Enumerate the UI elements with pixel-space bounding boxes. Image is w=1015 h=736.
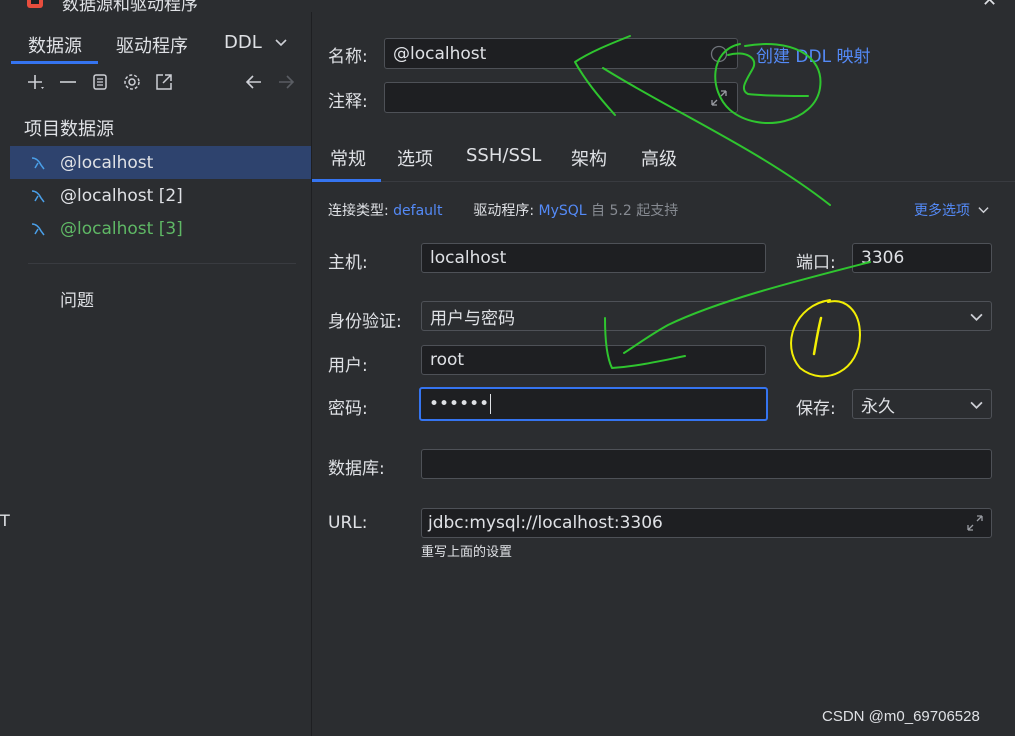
user-label: 用户: <box>328 356 368 376</box>
chevron-down-icon <box>970 401 983 409</box>
connection-info-row: 连接类型: default 驱动程序: MySQL 自 5.2 起支持 <box>328 200 678 220</box>
host-value: localhost <box>430 248 507 268</box>
user-input[interactable]: root <box>421 345 766 375</box>
url-input[interactable]: jdbc:mysql://localhost:3306 <box>421 508 992 538</box>
database-input[interactable] <box>421 449 992 479</box>
add-icon[interactable] <box>24 70 48 94</box>
create-ddl-mapping-link[interactable]: 创建 DDL 映射 <box>756 42 870 67</box>
conn-type-link[interactable]: default <box>393 203 442 219</box>
datasource-item[interactable]: @localhost [2] <box>10 179 311 212</box>
datasource-item[interactable]: @localhost [3] <box>10 212 311 245</box>
port-label: 端口: <box>796 253 836 273</box>
expand-icon[interactable] <box>966 514 984 532</box>
port-input[interactable]: 3306 <box>852 243 992 273</box>
driver-support-text: 自 5.2 起支持 <box>591 203 679 219</box>
save-value: 永久 <box>861 396 895 417</box>
settings-icon[interactable] <box>120 70 144 94</box>
problems-item[interactable]: 问题 <box>60 286 94 311</box>
name-value: @localhost <box>393 43 487 64</box>
database-label: 数据库: <box>328 459 385 479</box>
active-tab-indicator <box>312 179 381 182</box>
tab-drivers[interactable]: 驱动程序 <box>116 32 188 58</box>
left-pane: 数据源 驱动程序 DDL 项目数据源 @localhost @localhost… <box>10 12 312 736</box>
tab-advanced[interactable]: 高级 <box>641 145 677 171</box>
url-label: URL: <box>328 513 368 533</box>
datasource-label: @localhost [3] <box>60 218 183 239</box>
chevron-down-icon <box>978 207 990 214</box>
password-input[interactable]: •••••• <box>419 387 768 421</box>
close-window-button[interactable]: ✕ <box>982 0 997 11</box>
datasource-label: @localhost <box>60 152 154 173</box>
expand-icon[interactable] <box>710 89 728 107</box>
mysql-icon <box>31 222 45 235</box>
more-options-dropdown[interactable]: 更多选项 <box>914 200 990 220</box>
left-edge-strip <box>0 12 10 736</box>
watermark: CSDN @m0_69706528 <box>822 708 980 725</box>
user-value: root <box>430 350 465 370</box>
datasource-item[interactable]: @localhost <box>10 146 311 179</box>
url-override-hint: 重写上面的设置 <box>421 545 513 560</box>
name-label: 名称: <box>328 47 368 67</box>
mysql-icon <box>31 156 45 169</box>
active-tab-indicator <box>11 61 98 64</box>
text-cursor <box>490 394 492 414</box>
copy-icon[interactable] <box>88 70 112 94</box>
comment-field[interactable] <box>384 82 738 113</box>
remove-icon[interactable] <box>56 70 80 94</box>
project-datasources-title: 项目数据源 <box>24 119 114 140</box>
password-value: •••••• <box>429 394 490 414</box>
auth-label: 身份验证: <box>328 312 402 332</box>
tab-ddl-label: DDL <box>224 32 262 53</box>
divider <box>28 263 296 264</box>
tab-datasources[interactable]: 数据源 <box>28 32 82 58</box>
tab-general[interactable]: 常规 <box>330 145 366 171</box>
auth-select[interactable]: 用户与密码 <box>421 301 992 331</box>
password-label: 密码: <box>328 399 368 419</box>
host-input[interactable]: localhost <box>421 243 766 273</box>
forward-arrow-icon <box>274 70 298 94</box>
driver-label: 驱动程序: <box>473 203 535 219</box>
tab-ddl[interactable]: DDL <box>224 32 288 53</box>
port-value: 3306 <box>861 248 905 268</box>
right-pane: 名称: @localhost 创建 DDL 映射 注释: 常规 选项 SSH/S… <box>312 12 1015 736</box>
tab-bar-divider <box>312 181 1015 182</box>
app-logo-icon <box>27 0 43 8</box>
save-label: 保存: <box>796 399 836 419</box>
left-edge-text: T <box>0 511 10 530</box>
back-arrow-icon[interactable] <box>242 70 266 94</box>
driver-link[interactable]: MySQL <box>539 203 587 219</box>
save-select[interactable]: 永久 <box>852 389 992 419</box>
conn-type-label: 连接类型: <box>328 203 389 219</box>
chevron-down-icon <box>970 313 983 321</box>
name-field[interactable]: @localhost <box>384 38 738 69</box>
window-title: 数据源和驱动程序 <box>62 0 198 12</box>
goto-icon[interactable] <box>152 70 176 94</box>
title-bar: 数据源和驱动程序 ✕ <box>0 0 1015 12</box>
auth-value: 用户与密码 <box>430 308 515 329</box>
datasource-label: @localhost [2] <box>60 185 183 206</box>
comment-label: 注释: <box>328 92 368 112</box>
chevron-down-icon <box>275 39 288 47</box>
tab-schemas[interactable]: 架构 <box>571 145 607 171</box>
url-value: jdbc:mysql://localhost:3306 <box>428 513 663 533</box>
mysql-icon <box>31 189 45 202</box>
color-circle-icon[interactable] <box>710 45 728 63</box>
host-label: 主机: <box>328 253 368 273</box>
more-options-label: 更多选项 <box>914 203 970 219</box>
tab-options[interactable]: 选项 <box>397 145 433 171</box>
tab-ssh-ssl[interactable]: SSH/SSL <box>466 145 541 166</box>
